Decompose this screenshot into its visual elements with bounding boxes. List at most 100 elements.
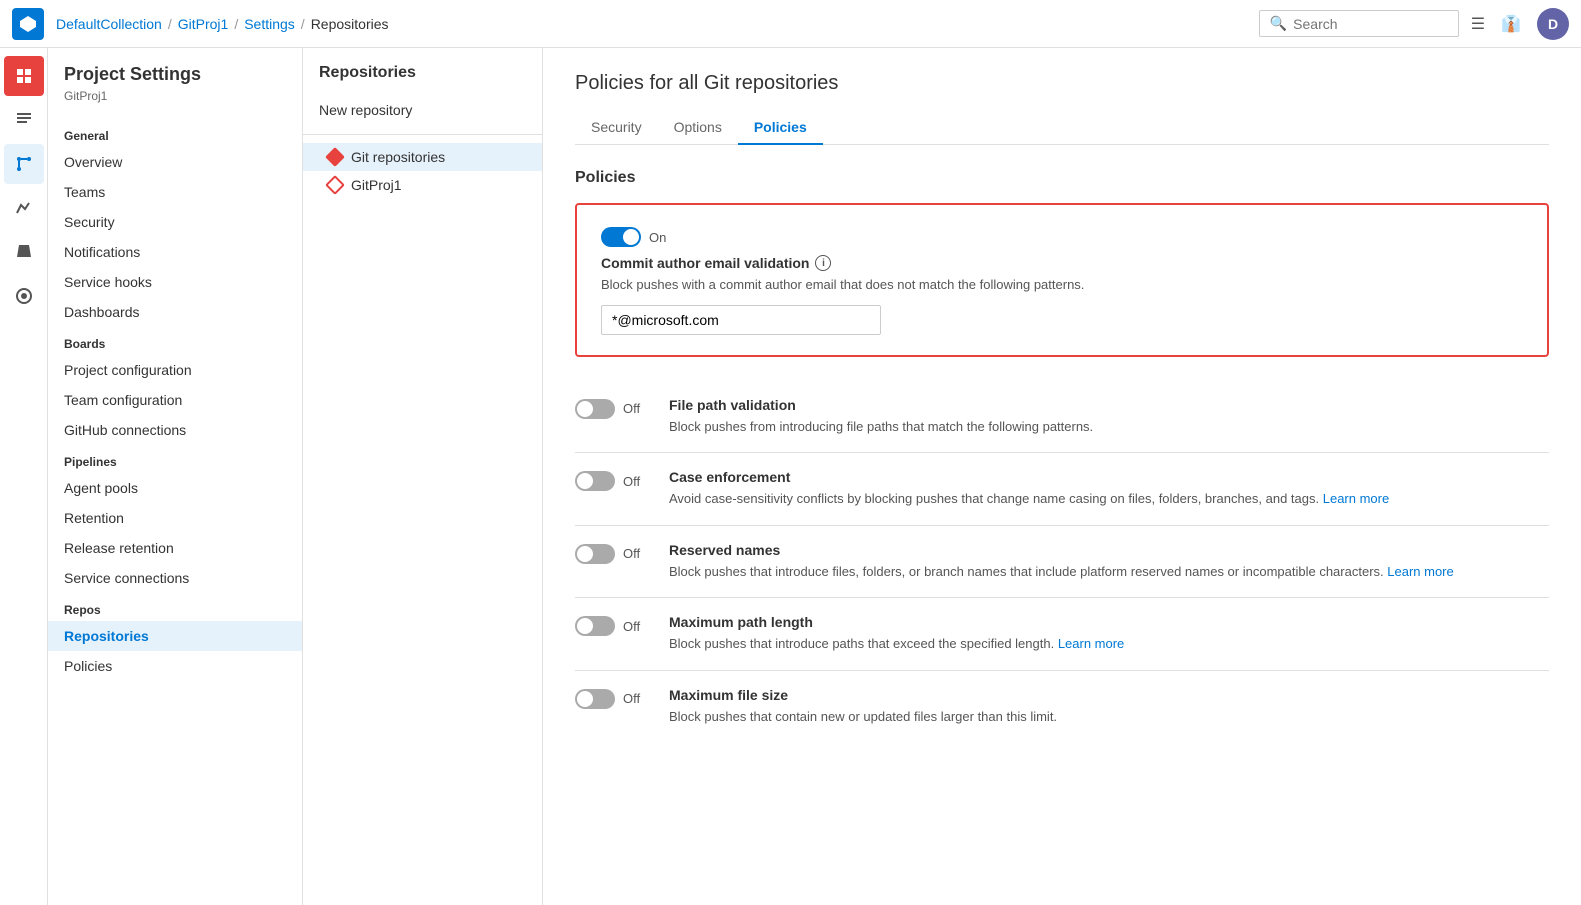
sidebar-item-security[interactable]: Security [48, 207, 302, 237]
sidebar-item-release-retention[interactable]: Release retention [48, 533, 302, 563]
policy-title-case: Case enforcement [669, 469, 1549, 485]
sidebar: Project Settings GitProj1 General Overvi… [48, 48, 303, 905]
sidebar-item-agent-pools[interactable]: Agent pools [48, 473, 302, 503]
sidebar-title: Project Settings [48, 64, 302, 89]
sidebar-item-github-connections[interactable]: GitHub connections [48, 415, 302, 445]
breadcrumb-settings[interactable]: Settings [244, 16, 295, 32]
git-repos-label: Git repositories [351, 149, 445, 165]
policy-desc-max-path: Block pushes that introduce paths that e… [669, 634, 1549, 654]
learn-more-reserved[interactable]: Learn more [1387, 564, 1453, 579]
sidebar-item-retention[interactable]: Retention [48, 503, 302, 533]
sidebar-item-dashboards[interactable]: Dashboards [48, 297, 302, 327]
policy-title-commit-email: Commit author email validation i [601, 255, 1523, 271]
breadcrumb-current: Repositories [311, 16, 389, 32]
toggle-max-file-label: Off [623, 691, 640, 706]
tabs: Security Options Policies [575, 111, 1549, 145]
toggle-reserved-label: Off [623, 546, 640, 561]
policy-row-reserved-names: Off Reserved names Block pushes that int… [575, 526, 1549, 599]
info-icon-commit-email[interactable]: i [815, 255, 831, 271]
policy-desc-commit-email: Block pushes with a commit author email … [601, 275, 1523, 295]
rail-item-test[interactable] [4, 232, 44, 272]
policy-row-max-path: Off Maximum path length Block pushes tha… [575, 598, 1549, 671]
toggle-max-path-container: Off [575, 616, 645, 636]
policy-row-file-path: Off File path validation Block pushes fr… [575, 381, 1549, 454]
main-layout: Project Settings GitProj1 General Overvi… [0, 48, 1581, 905]
policy-desc-max-file: Block pushes that contain new or updated… [669, 707, 1549, 727]
main-content: Policies for all Git repositories Securi… [543, 48, 1581, 905]
breadcrumb: DefaultCollection / GitProj1 / Settings … [56, 16, 389, 32]
toggle-file-path-label: Off [623, 401, 640, 416]
breadcrumb-collection[interactable]: DefaultCollection [56, 16, 162, 32]
policy-info-case: Case enforcement Avoid case-sensitivity … [669, 469, 1549, 509]
bag-icon[interactable]: 👔 [1501, 14, 1521, 34]
toggle-max-path-label: Off [623, 619, 640, 634]
sidebar-section-pipelines: Pipelines [48, 445, 302, 473]
sidebar-subtitle: GitProj1 [48, 89, 302, 119]
toggle-commit-email-label: On [649, 230, 666, 245]
rail-item-repos[interactable] [4, 144, 44, 184]
sidebar-item-repositories[interactable]: Repositories [48, 621, 302, 651]
gitproj1-icon [327, 177, 343, 193]
search-box[interactable]: 🔍 [1259, 10, 1459, 37]
policies-section: Policies On Commit author email validati… [575, 169, 1549, 742]
toggle-case-enforcement[interactable] [575, 471, 615, 491]
toggle-file-path[interactable] [575, 399, 615, 419]
sidebar-item-service-connections[interactable]: Service connections [48, 563, 302, 593]
toggle-max-file-size[interactable] [575, 689, 615, 709]
toggle-case-container: Off [575, 471, 645, 491]
tab-policies[interactable]: Policies [738, 111, 823, 145]
list-icon[interactable]: ☰ [1471, 14, 1485, 34]
breadcrumb-project[interactable]: GitProj1 [178, 16, 229, 32]
policy-title-reserved: Reserved names [669, 542, 1549, 558]
policy-info-max-path: Maximum path length Block pushes that in… [669, 614, 1549, 654]
icon-rail [0, 48, 48, 905]
new-repository-link[interactable]: New repository [303, 94, 542, 126]
rail-item-board[interactable] [4, 100, 44, 140]
toggle-case-label: Off [623, 474, 640, 489]
policy-row-case-enforcement: Off Case enforcement Avoid case-sensitiv… [575, 453, 1549, 526]
sidebar-item-overview[interactable]: Overview [48, 147, 302, 177]
rail-item-artifacts[interactable] [4, 276, 44, 316]
policy-row-max-file-size: Off Maximum file size Block pushes that … [575, 671, 1549, 743]
topnav: DefaultCollection / GitProj1 / Settings … [0, 0, 1581, 48]
toggle-max-file-container: Off [575, 689, 645, 709]
sidebar-item-project-config[interactable]: Project configuration [48, 355, 302, 385]
gitproj1-item[interactable]: GitProj1 [303, 171, 542, 199]
policy-desc-file-path: Block pushes from introducing file paths… [669, 417, 1549, 437]
sidebar-item-notifications[interactable]: Notifications [48, 237, 302, 267]
rail-item-pipelines[interactable] [4, 188, 44, 228]
gitproj1-label: GitProj1 [351, 177, 402, 193]
policy-desc-reserved: Block pushes that introduce files, folde… [669, 562, 1549, 582]
policy-card-commit-email: On Commit author email validation i Bloc… [575, 203, 1549, 357]
toggle-max-path-length[interactable] [575, 616, 615, 636]
search-input[interactable] [1293, 16, 1448, 32]
tab-security[interactable]: Security [575, 111, 658, 145]
avatar[interactable]: D [1537, 8, 1569, 40]
policy-title-file-path: File path validation [669, 397, 1549, 413]
git-repositories-item[interactable]: Git repositories [303, 143, 542, 171]
learn-more-max-path[interactable]: Learn more [1058, 636, 1124, 651]
policy-info-commit-email: Commit author email validation i Block p… [601, 255, 1523, 335]
page-title: Policies for all Git repositories [575, 72, 1549, 95]
rail-item-home[interactable] [4, 56, 44, 96]
learn-more-case[interactable]: Learn more [1323, 491, 1389, 506]
sidebar-item-team-config[interactable]: Team configuration [48, 385, 302, 415]
topnav-icons: ☰ 👔 D [1471, 8, 1569, 40]
tab-options[interactable]: Options [658, 111, 738, 145]
policy-info-file-path: File path validation Block pushes from i… [669, 397, 1549, 437]
toggle-commit-email[interactable] [601, 227, 641, 247]
git-repos-icon [327, 149, 343, 165]
toggle-file-path-container: Off [575, 399, 645, 419]
policy-title-max-file: Maximum file size [669, 687, 1549, 703]
email-pattern-input[interactable] [601, 305, 881, 335]
sidebar-section-general: General [48, 119, 302, 147]
sidebar-item-service-hooks[interactable]: Service hooks [48, 267, 302, 297]
toggle-commit-email-container: On [601, 227, 1523, 247]
toggle-reserved-names[interactable] [575, 544, 615, 564]
sidebar-item-teams[interactable]: Teams [48, 177, 302, 207]
toggle-reserved-container: Off [575, 544, 645, 564]
app-logo[interactable] [12, 8, 44, 40]
search-icon: 🔍 [1270, 15, 1287, 32]
sidebar-item-policies[interactable]: Policies [48, 651, 302, 681]
sidebar-section-repos: Repos [48, 593, 302, 621]
